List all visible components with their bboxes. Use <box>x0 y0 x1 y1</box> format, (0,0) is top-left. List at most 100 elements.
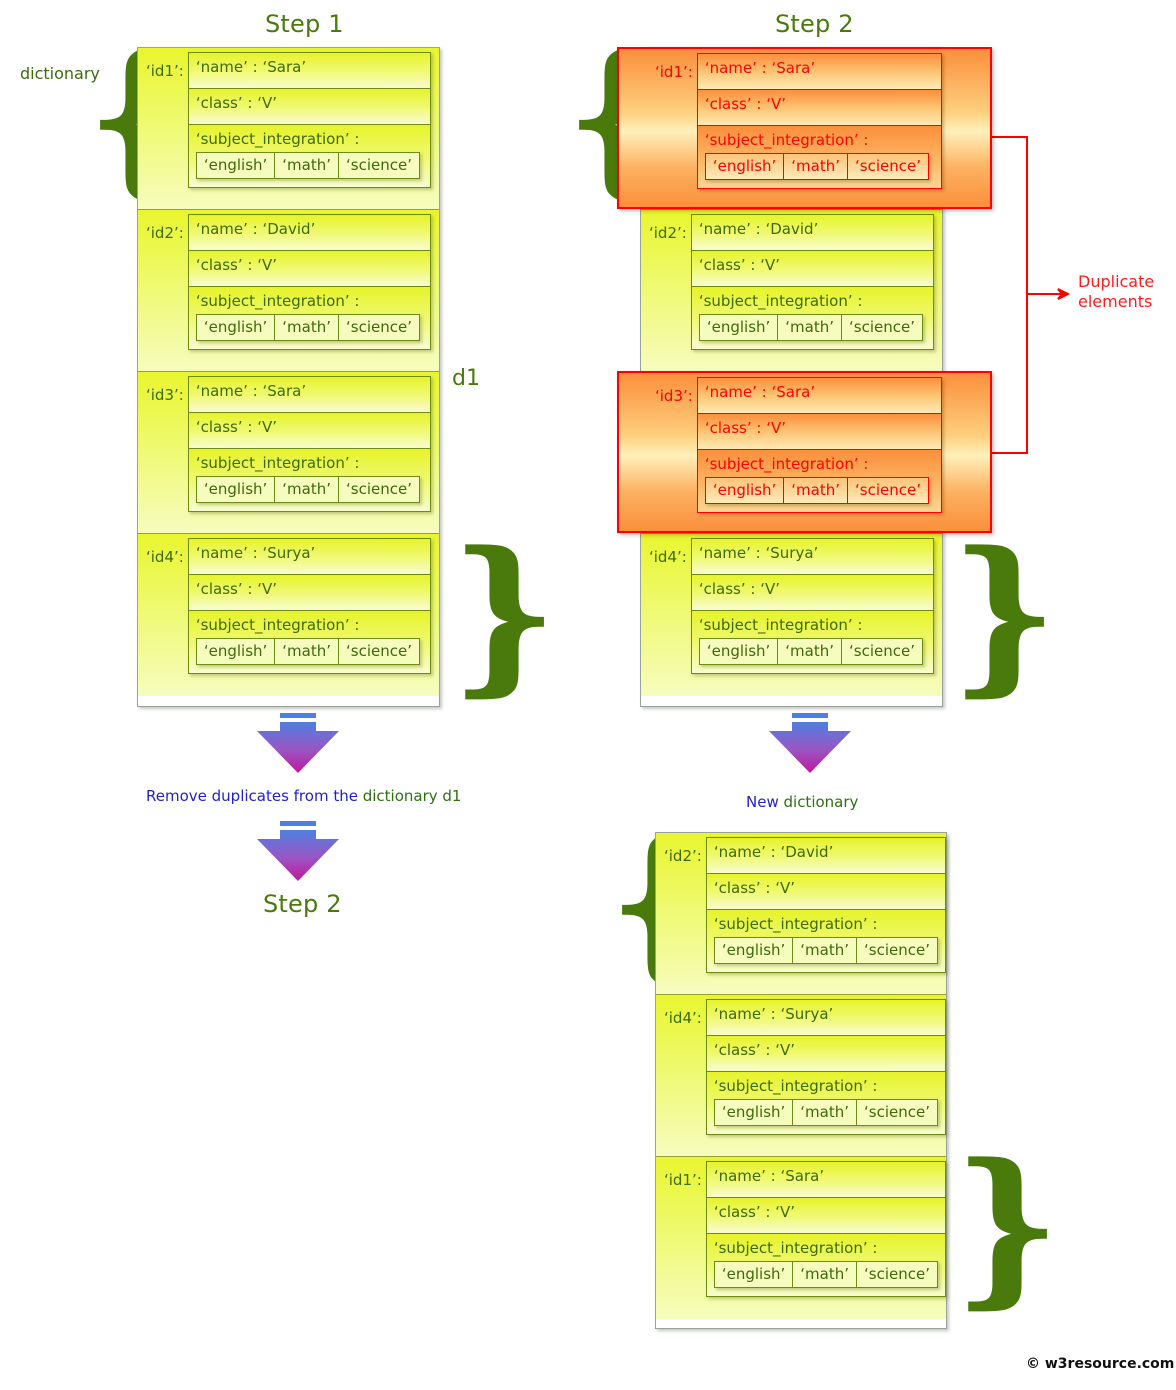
duplicate-elements-label: Duplicate elements <box>1078 272 1154 312</box>
duplicate-entry-subject-row: ‘subject_integration’ : ‘english’ ‘math’ ‘s… <box>697 450 941 512</box>
duplicate-subject-cell: ‘science’ <box>855 157 921 175</box>
entry-body: ‘name’ : ‘Surya’ ‘class’ : ‘V’ ‘subject_in… <box>705 999 946 1135</box>
subject-cell: ‘science’ <box>849 318 915 336</box>
duplicate-subject-cell: ‘math’ <box>784 478 849 503</box>
step1-entry-key: ‘id3’: <box>146 386 184 404</box>
duplicate-entry-class-row: ‘class’ : ‘V’ <box>697 414 941 450</box>
dictionary-entry: ‘id1’:‘name’ : ‘Sara’‘class’ : ‘V’ ‘subje… <box>138 48 439 210</box>
subject-table: ‘english’‘math’ ‘science’ <box>195 314 420 341</box>
duplicate-subject-integration-label: ‘subject_integration’ : <box>704 455 869 473</box>
duplicate-subject-cell: ‘english’ <box>706 154 785 179</box>
subject-cell: ‘english’ <box>197 315 276 340</box>
subject-cell: ‘math’ <box>793 938 858 963</box>
duplicate-connector-top <box>992 136 1028 138</box>
entry-class-row: ‘class’ : ‘V’ <box>188 575 430 611</box>
brace-new-dictionary-close-icon: } <box>953 1126 1062 1324</box>
duplicate-entry-key: ‘id1’: <box>655 63 693 81</box>
subject-cell: ‘english’ <box>197 477 276 502</box>
subject-cell: ‘english’ <box>700 639 779 664</box>
entry-name-row: ‘name’ : ‘Sara’ <box>188 377 430 413</box>
entry-class-row: ‘class’ : ‘V’ <box>691 251 933 287</box>
down-arrow-icon-3 <box>769 713 851 773</box>
subject-table: ‘english’‘math’ ‘science’ <box>195 638 420 665</box>
duplicate-subject-cell: ‘math’ <box>784 154 849 179</box>
subject-cell: ‘english’ <box>715 1262 794 1287</box>
entry-name-row: ‘name’ : ‘David’ <box>188 215 430 251</box>
subject-integration-label: ‘subject_integration’ : <box>698 616 863 634</box>
entry-class-row: ‘class’ : ‘V’ <box>706 1036 945 1072</box>
subject-cell: ‘science’ <box>864 1103 930 1121</box>
entry-name-row: ‘name’ : ‘Surya’ <box>706 1000 945 1036</box>
subject-integration-label: ‘subject_integration’ : <box>713 915 878 933</box>
subject-cell: ‘science’ <box>864 1265 930 1283</box>
subject-cell: ‘english’ <box>715 938 794 963</box>
dictionary-entry: ‘id2’: ‘name’ : ‘David’ ‘class’ : ‘V’ ‘subj… <box>138 210 439 372</box>
entry-subject-row: ‘subject_integration’ : ‘english’‘math’ ‘s… <box>706 910 945 972</box>
subject-cell: ‘math’ <box>275 315 340 340</box>
brace-d1-icon: } <box>450 514 559 712</box>
entry-body: ‘name’ : ‘David’ ‘class’ : ‘V’ ‘subject_in… <box>705 837 946 973</box>
subject-table: ‘english’‘math’ ‘science’ <box>698 638 923 665</box>
entry-subject-row: ‘subject_integration’ : ‘english’‘math’ ‘s… <box>691 287 933 349</box>
step2-entry-key: ‘id2’: <box>649 224 687 242</box>
step1-entry-key: ‘id1’: <box>146 62 184 80</box>
entry-body: ‘name’ : ‘David’ ‘class’ : ‘V’ ‘subject_in… <box>187 214 431 350</box>
entry-body: ‘name’ : ‘Surya’ ‘class’ : ‘V’ ‘subject_in… <box>690 538 934 674</box>
step1-entry-key: ‘id4’: <box>146 548 184 566</box>
entry-body: ‘name’ : ‘Surya’ ‘class’ : ‘V’ ‘subject_in… <box>187 538 431 674</box>
dictionary-entry: ‘id4’: ‘name’ : ‘Surya’ ‘class’ : ‘V’ ‘subj… <box>656 995 946 1157</box>
entry-name-row: ‘name’ : ‘Sara’ <box>188 53 430 89</box>
subject-cell: ‘math’ <box>275 639 340 664</box>
duplicate-subject-table: ‘english’ ‘math’ ‘science’ <box>704 153 929 180</box>
subject-cell: ‘english’ <box>197 639 276 664</box>
entry-name-row: ‘name’ : ‘Surya’ <box>188 539 430 575</box>
subject-cell: ‘math’ <box>778 639 843 664</box>
watermark: © w3resource.com <box>1026 1356 1175 1372</box>
subject-table: ‘english’‘math’ ‘science’ <box>713 1099 938 1126</box>
step2-entry-key: ‘id4’: <box>649 548 687 566</box>
duplicate-entry-subject-row: ‘subject_integration’ : ‘english’ ‘math’ ‘s… <box>697 126 941 188</box>
flow-left-result-title: Step 2 <box>263 890 342 918</box>
entry-body: ‘name’ : ‘Sara’‘class’ : ‘V’‘subject_int… <box>187 376 431 512</box>
remove-duplicates-caption: Remove duplicates from the dictionary d1 <box>146 787 461 805</box>
d1-label: d1 <box>452 366 480 391</box>
subject-integration-label: ‘subject_integration’ : <box>195 130 360 148</box>
dictionary-entry: ‘id2’: ‘name’ : ‘David’ ‘class’ : ‘V’ ‘subj… <box>641 210 942 372</box>
subject-cell: ‘science’ <box>849 642 915 660</box>
subject-table: ‘english’‘math’ ‘science’ <box>195 152 420 179</box>
entry-name-row: ‘name’ : ‘Sara’ <box>706 1162 945 1198</box>
subject-integration-label: ‘subject_integration’ : <box>698 292 863 310</box>
duplicate-entry-class-row: ‘class’ : ‘V’ <box>697 90 941 126</box>
entry-body: ‘name’ : ‘David’ ‘class’ : ‘V’ ‘subject_in… <box>690 214 934 350</box>
entry-body: ‘name’ : ‘Sara’‘class’ : ‘V’ ‘subject_int… <box>187 52 431 188</box>
entry-class-row: ‘class’ : ‘V’ <box>188 89 430 125</box>
subject-cell: ‘science’ <box>346 642 412 660</box>
subject-cell: ‘english’ <box>715 1100 794 1125</box>
entry-class-row: ‘class’ : ‘V’ <box>706 874 945 910</box>
remove-duplicates-caption-green: dictionary d1 <box>362 787 462 805</box>
duplicate-subject-cell: ‘english’ <box>706 478 785 503</box>
duplicate-entry-body: ‘name’ : ‘Sara’ ‘class’ : ‘V’ ‘subject_int… <box>696 53 942 189</box>
step1-title: Step 1 <box>265 10 344 38</box>
subject-cell: ‘math’ <box>778 315 843 340</box>
subject-cell: ‘math’ <box>275 477 340 502</box>
entry-subject-row: ‘subject_integration’ : ‘english’‘math’ ‘s… <box>188 287 430 349</box>
dictionary-entry: ‘id3’:‘name’ : ‘Sara’‘class’ : ‘V’‘subje… <box>138 372 439 534</box>
duplicate-entry-key: ‘id3’: <box>655 387 693 405</box>
duplicate-subject-cell: ‘science’ <box>855 481 921 499</box>
entry-subject-row: ‘subject_integration’ : ‘english’‘math’ ‘s… <box>188 611 430 673</box>
duplicate-entry-body: ‘name’ : ‘Sara’ ‘class’ : ‘V’ ‘subject_int… <box>696 377 942 513</box>
subject-table: ‘english’‘math’ ‘science’ <box>195 476 420 503</box>
entry-class-row: ‘class’ : ‘V’ <box>691 575 933 611</box>
result-entry-key: ‘id1’: <box>664 1171 702 1189</box>
duplicate-subject-integration-label: ‘subject_integration’ : <box>704 131 869 149</box>
subject-table: ‘english’‘math’ ‘science’ <box>713 937 938 964</box>
new-dictionary-caption-blue: New <box>746 793 784 811</box>
duplicate-entry-name-row: ‘name’ : ‘Sara’ <box>697 54 941 90</box>
subject-cell: ‘science’ <box>864 941 930 959</box>
subject-cell: ‘english’ <box>700 315 779 340</box>
duplicate-highlight-id3: ‘id3’: ‘name’ : ‘Sara’ ‘class’ : ‘V’ ‘subje… <box>617 371 992 533</box>
dictionary-entry: ‘id4’: ‘name’ : ‘Surya’ ‘class’ : ‘V’ ‘subj… <box>138 534 439 696</box>
subject-table: ‘english’‘math’ ‘science’ <box>713 1261 938 1288</box>
down-arrow-icon-1 <box>257 713 339 773</box>
